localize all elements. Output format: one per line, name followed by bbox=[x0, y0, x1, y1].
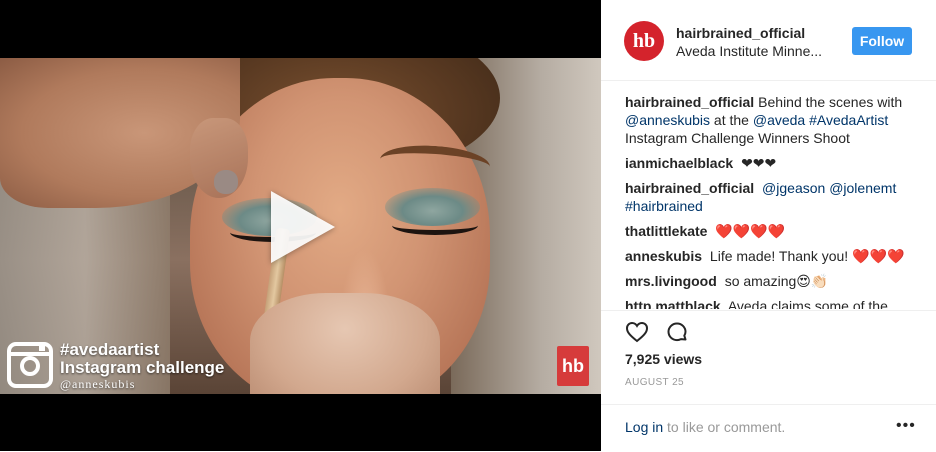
list-item: ianmichaelblack ❤❤❤ bbox=[625, 154, 915, 172]
heart-icon[interactable] bbox=[625, 320, 649, 344]
camera-lens bbox=[20, 356, 40, 376]
login-link[interactable]: Log in bbox=[625, 419, 663, 435]
post-date[interactable]: AUGUST 25 bbox=[625, 377, 684, 388]
login-prompt: Log in to like or comment. bbox=[625, 419, 785, 435]
play-icon[interactable] bbox=[271, 191, 335, 263]
instagram-camera-icon bbox=[7, 342, 53, 388]
list-item: hairbrained_official @jgeason @jolenemt … bbox=[625, 179, 915, 215]
comment-username[interactable]: thatlittlekate bbox=[625, 223, 707, 239]
comment-text: Life made! Thank you! ❤️❤️❤️ bbox=[709, 248, 905, 264]
comment-text: Aveda claims some of the bbox=[727, 298, 888, 309]
comment-username[interactable]: ianmichaelblack bbox=[625, 155, 733, 171]
list-item: mrs.livingood so amazing😍👏🏻 bbox=[625, 272, 915, 290]
more-options-icon[interactable]: ••• bbox=[896, 417, 916, 435]
hashtag-link[interactable]: #hairbrained bbox=[625, 198, 703, 214]
list-item: anneskubis Life made! Thank you! ❤️❤️❤️ bbox=[625, 247, 915, 265]
post-username[interactable]: hairbrained_official bbox=[676, 25, 805, 41]
post-location[interactable]: Aveda Institute Minne... bbox=[676, 43, 822, 59]
comment-username[interactable]: anneskubis bbox=[625, 248, 702, 264]
comment-username[interactable]: mrs.livingood bbox=[625, 273, 717, 289]
comment-text: at the bbox=[710, 112, 753, 128]
post-footer: Log in to like or comment. ••• bbox=[601, 404, 936, 452]
mention-link[interactable]: @anneskubis bbox=[625, 112, 710, 128]
artist-hand-bottom bbox=[250, 293, 440, 394]
hashtag-link[interactable]: #AvedaArtist bbox=[809, 112, 888, 128]
mention-link[interactable]: @aveda bbox=[753, 112, 805, 128]
watermark-title: Instagram challenge bbox=[60, 358, 225, 377]
hb-watermark-logo: hb bbox=[557, 346, 589, 386]
avatar[interactable]: hb bbox=[624, 21, 664, 61]
mention-link[interactable]: @jgeason bbox=[762, 180, 825, 196]
login-prompt-text: to like or comment. bbox=[663, 419, 786, 435]
post-side-panel: hb hairbrained_official Aveda Institute … bbox=[601, 0, 936, 451]
watermark-hashtag: #avedaartist bbox=[60, 340, 160, 359]
comment-text: Behind the scenes with bbox=[758, 94, 903, 110]
follow-button[interactable]: Follow bbox=[852, 27, 912, 55]
thumb-nail bbox=[214, 170, 238, 194]
view-count[interactable]: 7,925 views bbox=[625, 351, 702, 367]
comment-username[interactable]: hairbrained_official bbox=[625, 94, 754, 110]
comment-list[interactable]: hairbrained_official Behind the scenes wi… bbox=[625, 93, 915, 309]
action-bar bbox=[601, 310, 936, 343]
comment-icon[interactable] bbox=[665, 320, 689, 344]
list-item: http.mattblack Aveda claims some of the bbox=[625, 297, 915, 309]
watermark-handle: @anneskubis bbox=[60, 377, 136, 391]
comment-text: so amazing😍👏🏻 bbox=[724, 273, 829, 289]
comment-username[interactable]: http.mattblack bbox=[625, 298, 721, 309]
comment-username[interactable]: hairbrained_official bbox=[625, 180, 754, 196]
comment-text: ❤️❤️❤️❤️ bbox=[715, 223, 786, 239]
list-item: thatlittlekate ❤️❤️❤️❤️ bbox=[625, 222, 915, 240]
comment-text: Instagram Challenge Winners Shoot bbox=[625, 130, 850, 146]
eyelash-right bbox=[392, 216, 478, 235]
video-player[interactable]: #avedaartist Instagram challenge @annesk… bbox=[0, 0, 601, 451]
mention-link[interactable]: @jolenemt bbox=[829, 180, 896, 196]
post-header: hb hairbrained_official Aveda Institute … bbox=[601, 0, 936, 81]
list-item: hairbrained_official Behind the scenes wi… bbox=[625, 93, 915, 147]
camera-viewfinder bbox=[39, 346, 45, 351]
comment-text: ❤❤❤ bbox=[741, 155, 777, 171]
